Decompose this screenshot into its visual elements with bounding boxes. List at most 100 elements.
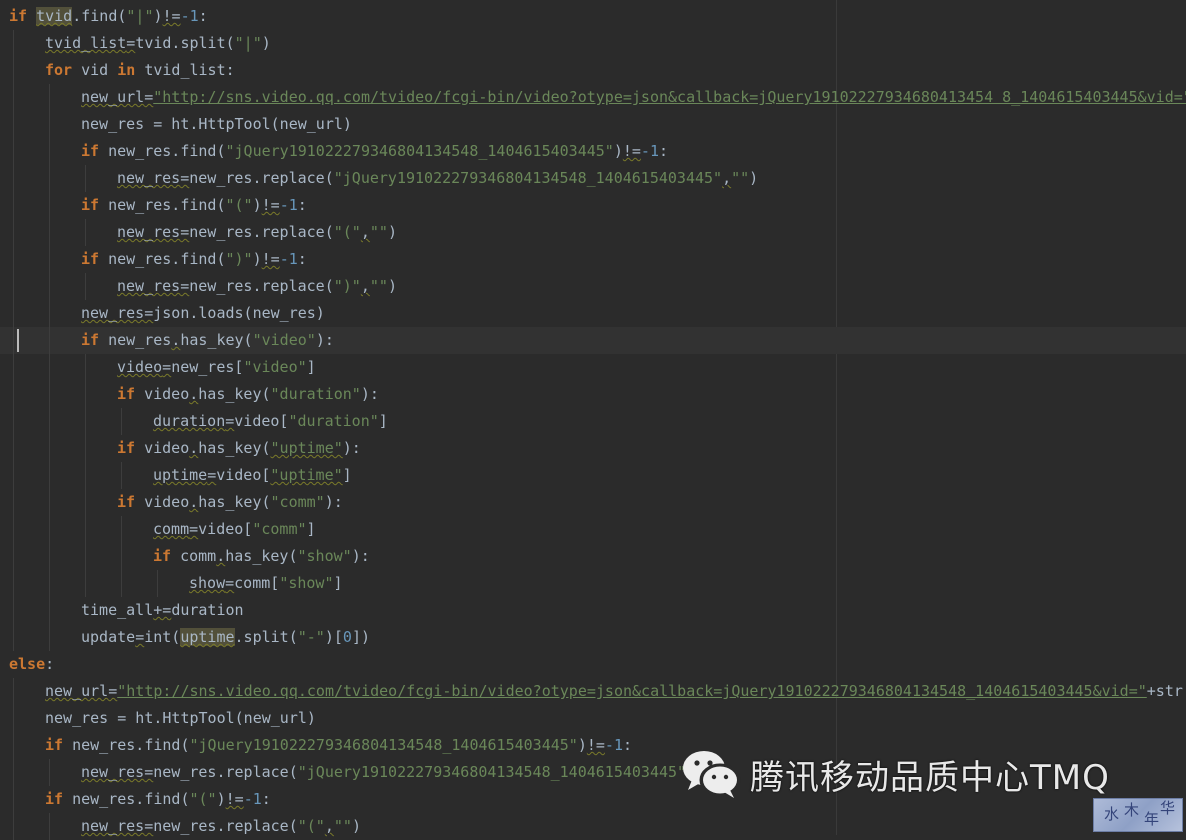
code-token: new_res = ht.HttpTool(new_url)	[45, 709, 316, 727]
code-line[interactable]: show=comm["show"]	[0, 570, 1186, 597]
code-line[interactable]: comm=video["comm"]	[0, 516, 1186, 543]
code-line[interactable]: new_res=new_res.replace("(","")	[0, 219, 1186, 246]
code-line[interactable]: new_res=new_res.replace(")","")	[0, 273, 1186, 300]
code-token: tvid	[36, 7, 73, 25]
code-text: if new_res.find(")")!=-1:	[81, 246, 307, 273]
code-token: new_res.replace(	[153, 763, 298, 781]
indent-guide	[121, 543, 122, 570]
code-token: new_url	[45, 682, 109, 700]
code-line[interactable]: if comm.has_key("show"):	[0, 543, 1186, 570]
code-line[interactable]: new_res = ht.HttpTool(new_url)	[0, 111, 1186, 138]
indent-guide	[13, 273, 14, 300]
indent-guide	[121, 408, 122, 435]
code-line[interactable]: if video.has_key("comm"):	[0, 489, 1186, 516]
code-token: if	[153, 547, 172, 565]
code-token: :	[45, 655, 55, 673]
indent-guide	[13, 246, 14, 273]
indent-guide	[13, 732, 14, 759]
code-token: ):	[351, 547, 370, 565]
code-token: new_res	[81, 817, 145, 835]
code-text: duration=video["duration"]	[153, 408, 388, 435]
code-line[interactable]: update=int(uptime.split("-")[0])	[0, 624, 1186, 651]
code-token: :	[297, 196, 307, 214]
code-line[interactable]: for vid in tvid_list:	[0, 57, 1186, 84]
code-token: -1	[279, 250, 298, 268]
code-text: video=new_res["video"]	[117, 354, 316, 381]
code-token: vid	[72, 61, 118, 79]
code-line[interactable]: if video.has_key("duration"):	[0, 381, 1186, 408]
code-line[interactable]: video=new_res["video"]	[0, 354, 1186, 381]
code-token: tvid.split(	[135, 34, 235, 52]
indent-guide	[49, 381, 50, 408]
code-token: uptime	[180, 628, 235, 646]
code-line[interactable]: if tvid.find("|")!=-1:	[0, 3, 1186, 30]
indent-guide	[13, 354, 14, 381]
code-token: "("	[225, 196, 253, 214]
indent-guide	[49, 624, 50, 651]
code-line[interactable]: time_all+=duration	[0, 597, 1186, 624]
code-line[interactable]: uptime=video["uptime"]	[0, 462, 1186, 489]
code-token: ")"	[333, 277, 361, 295]
code-editor[interactable]: if tvid.find("|")!=-1: tvid_list=tvid.spl…	[0, 0, 1186, 840]
code-line[interactable]: if video.has_key("uptime"):	[0, 435, 1186, 462]
code-token: ])	[351, 628, 370, 646]
code-token: =	[189, 520, 199, 538]
code-text: new_res = ht.HttpTool(new_url)	[45, 705, 316, 732]
code-line[interactable]: if new_res.find(")")!=-1:	[0, 246, 1186, 273]
indent-guide	[49, 462, 50, 489]
code-token: )	[252, 250, 262, 268]
code-token: comm	[171, 547, 217, 565]
code-token: ,	[324, 817, 334, 835]
code-line[interactable]: else:	[0, 651, 1186, 678]
code-token: video	[117, 358, 163, 376]
code-token: "uptime"	[270, 439, 343, 457]
code-token: uptime	[153, 466, 208, 484]
indent-guide	[49, 354, 50, 381]
code-line[interactable]: new_url="http://sns.video.qq.com/tvideo/…	[0, 84, 1186, 111]
code-line[interactable]: if new_res.find("(")!=-1:	[0, 192, 1186, 219]
code-token: "duration"	[270, 385, 361, 403]
code-token: ):	[360, 385, 379, 403]
code-token: =	[180, 169, 190, 187]
code-token: )	[216, 790, 226, 808]
code-token: new_res.replace(	[153, 817, 298, 835]
code-line[interactable]: new_res=new_res.replace("(","")	[0, 813, 1186, 840]
code-line[interactable]: duration=video["duration"]	[0, 408, 1186, 435]
code-token: "duration"	[288, 412, 379, 430]
code-line[interactable]: if new_res.has_key("video"):	[0, 327, 1186, 354]
code-token: )	[749, 169, 759, 187]
code-token: =	[144, 817, 154, 835]
code-line[interactable]: new_res = ht.HttpTool(new_url)	[0, 705, 1186, 732]
code-token: )	[387, 277, 397, 295]
indent-guide	[49, 759, 50, 786]
code-token: =	[144, 763, 154, 781]
code-token: -1	[243, 790, 262, 808]
code-token: "|"	[234, 34, 262, 52]
code-token: ):	[315, 331, 334, 349]
code-line[interactable]: new_url="http://sns.video.qq.com/tvideo/…	[0, 678, 1186, 705]
code-line[interactable]: if new_res.find("jQuery19102227934680413…	[0, 138, 1186, 165]
code-token: if	[81, 250, 100, 268]
code-token: ,	[360, 277, 370, 295]
code-token: ]	[306, 520, 316, 538]
indent-guide	[121, 570, 122, 597]
code-token: +str(	[1146, 682, 1186, 700]
code-token: in	[117, 61, 136, 79]
code-token: tvid_list:	[135, 61, 235, 79]
stamp-char: 华	[1160, 799, 1176, 817]
indent-guide	[49, 489, 50, 516]
code-text: if video.has_key("uptime"):	[117, 435, 361, 462]
indent-guide	[85, 381, 86, 408]
code-token: ):	[342, 439, 361, 457]
code-text: new_res=json.loads(new_res)	[81, 300, 325, 327]
code-token: if	[45, 790, 64, 808]
indent-guide	[49, 327, 50, 354]
code-token: :	[198, 7, 208, 25]
code-line[interactable]: new_res=json.loads(new_res)	[0, 300, 1186, 327]
indent-guide	[13, 462, 14, 489]
code-line[interactable]: tvid_list=tvid.split("|")	[0, 30, 1186, 57]
code-line[interactable]: new_res=new_res.replace("jQuery191022279…	[0, 165, 1186, 192]
indent-guide	[49, 219, 50, 246]
indent-guide	[13, 597, 14, 624]
code-token: ""	[369, 277, 388, 295]
